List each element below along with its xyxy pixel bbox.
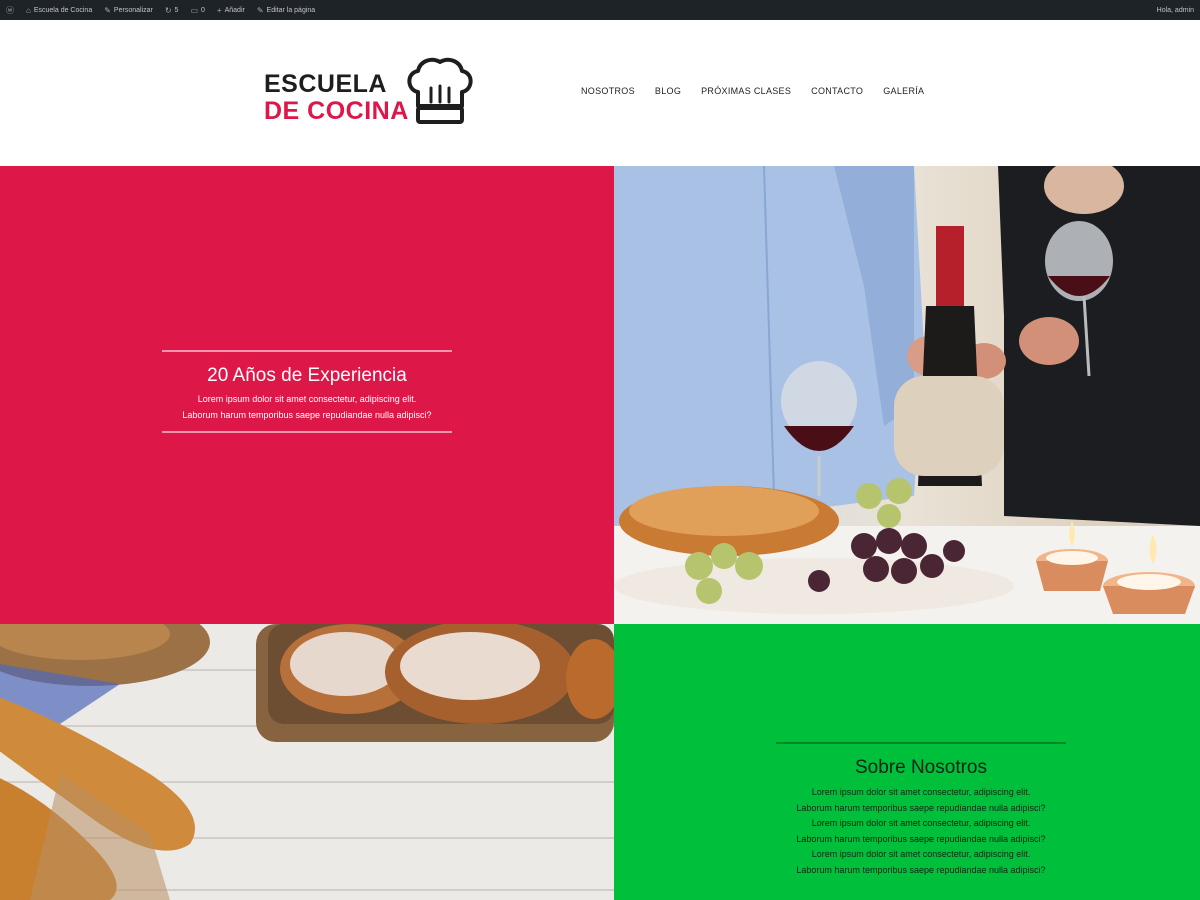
comment-icon: ▭	[190, 5, 199, 15]
experience-box: 20 Años de Experiencia Lorem ipsum dolor…	[162, 350, 452, 433]
about-text-line: Laborum harum temporibus saepe repudiand…	[796, 802, 1046, 813]
admin-bar-new-label: Añadir	[224, 6, 245, 14]
admin-bar-user[interactable]: Hola, admin	[1157, 7, 1194, 14]
admin-bar-new[interactable]: + Añadir	[217, 6, 245, 15]
admin-bar-updates-count: 5	[174, 6, 179, 14]
about-panel: Sobre Nosotros Lorem ipsum dolor sit ame…	[614, 624, 1200, 900]
admin-bar-edit-page-label: Editar la página	[266, 6, 316, 14]
admin-bar-edit-page[interactable]: ✎ Editar la página	[257, 6, 315, 15]
admin-bar-updates[interactable]: ↻ 5	[165, 6, 179, 15]
bread-photo	[0, 624, 614, 900]
admin-bar-site-name-label: Escuela de Cocina	[33, 6, 93, 14]
admin-bar-comments[interactable]: ▭ 0	[190, 6, 204, 15]
about-text-line: Lorem ipsum dolor sit amet consectetur, …	[811, 849, 1031, 859]
pencil-icon: ✎	[256, 5, 264, 15]
about-title: Sobre Nosotros	[854, 757, 987, 778]
nav-item-proximas-clases[interactable]: PRÓXIMAS CLASES	[701, 86, 791, 96]
divider-bottom	[162, 431, 452, 433]
nav-item-contacto[interactable]: CONTACTO	[811, 86, 863, 96]
nav-item-blog[interactable]: BLOG	[655, 86, 681, 96]
divider-top	[162, 350, 452, 352]
admin-bar-comments-count: 0	[201, 6, 205, 14]
experience-text-line: Lorem ipsum dolor sit amet consectetur, …	[197, 394, 417, 404]
wine-dinner-image	[614, 166, 1200, 624]
home-icon: ⌂	[26, 5, 31, 15]
pencil-icon: ✎	[104, 5, 111, 15]
bread-image	[0, 624, 614, 900]
about-text-line: Lorem ipsum dolor sit amet consectetur, …	[811, 818, 1031, 828]
admin-bar: ⓦ ⌂ Escuela de Cocina ✎ Personalizar ↻ 5…	[0, 0, 1200, 20]
nav-item-nosotros[interactable]: NOSOTROS	[581, 86, 635, 96]
logo-line-2: DE COCINA	[264, 97, 409, 125]
wine-dinner-photo	[614, 166, 1200, 624]
divider-top	[776, 742, 1066, 744]
refresh-icon: ↻	[164, 5, 172, 15]
wordpress-logo-icon[interactable]: ⓦ	[6, 5, 14, 16]
site-logo[interactable]: ESCUELA DE COCINA	[262, 56, 476, 130]
nav-item-galeria[interactable]: GALERÍA	[883, 86, 924, 96]
experience-text-line: Laborum harum temporibus saepe repudiand…	[182, 410, 432, 420]
main-nav: NOSOTROS BLOG PRÓXIMAS CLASES CONTACTO G…	[581, 86, 944, 96]
logo-line-1: ESCUELA	[264, 70, 387, 98]
chef-hat-icon	[407, 57, 473, 124]
about-text-line: Lorem ipsum dolor sit amet consectetur, …	[811, 787, 1031, 797]
admin-bar-customize[interactable]: ✎ Personalizar	[104, 6, 153, 15]
experience-panel: 20 Años de Experiencia Lorem ipsum dolor…	[0, 166, 614, 624]
plus-icon: +	[216, 5, 222, 15]
admin-bar-site-name[interactable]: ⌂ Escuela de Cocina	[26, 6, 92, 15]
experience-title: 20 Años de Experiencia	[207, 365, 407, 386]
admin-bar-customize-label: Personalizar	[113, 6, 153, 14]
about-box: Sobre Nosotros Lorem ipsum dolor sit ame…	[776, 742, 1066, 878]
about-text-line: Laborum harum temporibus saepe repudiand…	[796, 833, 1046, 844]
site-header: ESCUELA DE COCINA NOSOTROS BLOG PRÓXIMAS…	[0, 20, 1200, 166]
about-text-line: Laborum harum temporibus saepe repudiand…	[796, 864, 1046, 875]
